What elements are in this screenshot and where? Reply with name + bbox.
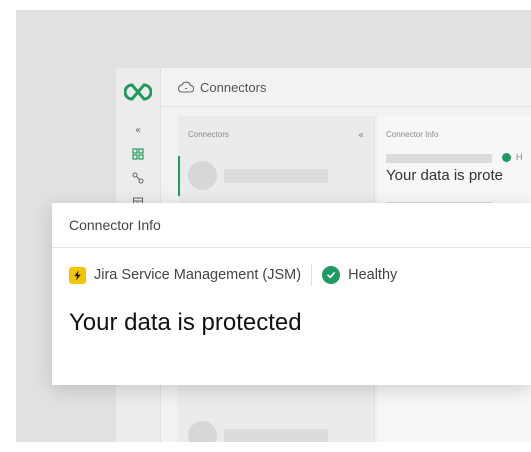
divider: [311, 264, 313, 286]
status-badge: Healthy: [348, 267, 398, 283]
text-placeholder: [386, 154, 492, 163]
avatar-placeholder: [188, 161, 217, 190]
connector-info-card: Connector Info Jira Service Management (…: [52, 203, 531, 385]
avatar-placeholder: [188, 421, 217, 442]
connector-name: Jira Service Management (JSM): [94, 267, 302, 283]
connector-summary: Jira Service Management (JSM) Healthy: [69, 264, 397, 286]
list-item[interactable]: [178, 416, 374, 442]
cloud-connector-icon: [178, 81, 194, 93]
top-bar: Connectors: [160, 68, 531, 107]
card-title: Your data is protected: [69, 309, 302, 336]
brand-logo-icon: [124, 83, 152, 101]
detail-status-text: H: [516, 152, 523, 162]
check-circle-icon: [322, 266, 341, 284]
list-panel-heading: Connectors: [188, 130, 229, 139]
lightning-bolt-icon: [69, 266, 86, 284]
healthy-check-icon: [502, 153, 511, 162]
card-heading: Connector Info: [69, 217, 161, 233]
collapse-list-icon[interactable]: «: [358, 130, 364, 141]
page-title: Connectors: [200, 79, 267, 95]
detail-panel-heading: Connector Info: [386, 130, 439, 139]
workflow-icon[interactable]: [130, 172, 146, 186]
text-placeholder: [224, 169, 328, 183]
list-item[interactable]: [178, 156, 374, 196]
detail-title: Your data is prote: [386, 167, 504, 184]
dashboard-icon[interactable]: [130, 148, 146, 162]
collapse-rail-icon[interactable]: «: [130, 124, 146, 138]
text-placeholder: [224, 429, 328, 442]
